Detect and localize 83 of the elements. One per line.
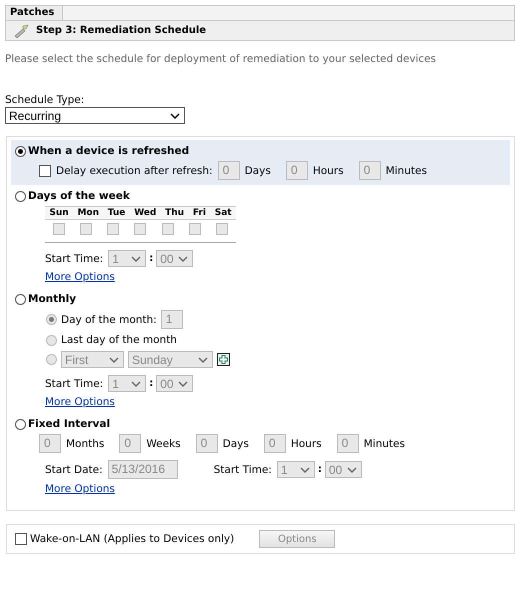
number-field[interactable]: 0: [119, 434, 142, 453]
day-checkbox[interactable]: [189, 223, 202, 235]
day-checkbox[interactable]: [162, 223, 174, 235]
start-time-label: Start Time:: [214, 464, 272, 476]
delay-label: Delay execution after refresh:: [56, 164, 213, 176]
day-checkbox[interactable]: [52, 223, 65, 235]
number-field[interactable]: 0: [336, 434, 359, 453]
option-label: When a device is refreshed: [28, 145, 190, 157]
caret-icon: [300, 466, 310, 472]
day-label: Sun: [49, 208, 69, 218]
number-field[interactable]: 0: [218, 161, 240, 180]
schedule-type-label: Schedule Type:: [5, 94, 86, 106]
radio-button[interactable]: [15, 294, 26, 304]
patches-tab[interactable]: Patches: [6, 6, 64, 20]
start-time-label: Start Time:: [45, 252, 104, 264]
radio-button[interactable]: [15, 190, 26, 202]
caret-icon: [131, 256, 142, 262]
last-day-label: Last day of the month: [61, 334, 177, 346]
day-label: Fri: [192, 208, 206, 218]
options-button[interactable]: Options: [259, 530, 336, 548]
weekday-select[interactable]: Sunday: [128, 351, 213, 368]
number-field[interactable]: 0: [358, 161, 381, 180]
day-checkbox[interactable]: [216, 223, 228, 235]
option-label: Monthly: [28, 293, 76, 305]
time-separator: :: [318, 464, 322, 475]
unit-label: Days: [222, 438, 249, 450]
radio-button[interactable]: [46, 314, 57, 325]
more-options-link[interactable]: More Options: [45, 396, 115, 408]
option-label: Days of the week: [28, 190, 130, 202]
caret-icon: [178, 256, 188, 262]
caret-icon: [131, 380, 142, 386]
minute-select[interactable]: 00: [156, 250, 194, 267]
caret-icon: [178, 380, 188, 386]
more-options-link[interactable]: More Options: [45, 271, 115, 283]
radio-button[interactable]: [15, 418, 26, 430]
day-checkbox[interactable]: [134, 223, 146, 235]
day-label: Mon: [77, 208, 99, 218]
day-label: Thu: [165, 208, 184, 218]
instructions-text: Please select the schedule for deployment of remediation to your selected devices: [5, 53, 437, 65]
number-field[interactable]: 0: [264, 434, 286, 453]
checkbox[interactable]: [15, 533, 27, 545]
unit-label: Weeks: [146, 438, 181, 450]
unit-label: Days: [244, 164, 271, 176]
option-label: Fixed Interval: [28, 418, 110, 430]
minute-select[interactable]: 00: [324, 461, 362, 478]
unit-label: Hours: [312, 164, 344, 176]
number-field[interactable]: 0: [286, 161, 308, 180]
hour-select[interactable]: 1: [108, 250, 146, 267]
hour-select[interactable]: 1: [276, 461, 315, 478]
day-of-month-label: Day of the month:: [61, 314, 157, 326]
number-field[interactable]: 0: [39, 434, 61, 453]
day-field[interactable]: 1: [160, 310, 183, 329]
caret-icon: [198, 356, 208, 362]
day-label: Sat: [214, 208, 232, 218]
caret-icon: [109, 356, 119, 362]
day-label: Tue: [108, 208, 126, 218]
unit-label: Minutes: [386, 164, 427, 176]
wake-on-lan-label: Wake-on-LAN (Applies to Devices only): [30, 533, 234, 545]
unit-label: Minutes: [364, 438, 405, 450]
start-date-label: Start Date:: [45, 464, 103, 476]
unit-label: Months: [66, 438, 104, 450]
more-options-link[interactable]: More Options: [45, 483, 115, 495]
radio-button[interactable]: [46, 354, 57, 365]
hour-select[interactable]: 1: [108, 375, 146, 392]
add-icon[interactable]: [217, 353, 230, 366]
ordinal-select[interactable]: First: [61, 351, 124, 368]
start-time-label: Start Time:: [45, 378, 104, 390]
day-checkbox[interactable]: [80, 223, 92, 235]
day-label: Wed: [134, 208, 156, 218]
unit-label: Hours: [290, 438, 322, 450]
checkbox[interactable]: [39, 164, 51, 176]
start-date-field[interactable]: 5/13/2016: [108, 460, 178, 479]
number-field[interactable]: 0: [196, 434, 218, 453]
caret-icon: [170, 112, 180, 118]
radio-button[interactable]: [15, 146, 26, 156]
time-separator: :: [149, 378, 154, 389]
minute-select[interactable]: 00: [156, 375, 194, 392]
step-title: Step 3: Remediation Schedule: [36, 25, 206, 36]
caret-icon: [346, 466, 357, 472]
time-separator: :: [149, 253, 154, 264]
schedule-type-select[interactable]: Recurring: [5, 107, 185, 124]
day-checkbox[interactable]: [107, 223, 120, 235]
radio-button[interactable]: [46, 334, 57, 346]
